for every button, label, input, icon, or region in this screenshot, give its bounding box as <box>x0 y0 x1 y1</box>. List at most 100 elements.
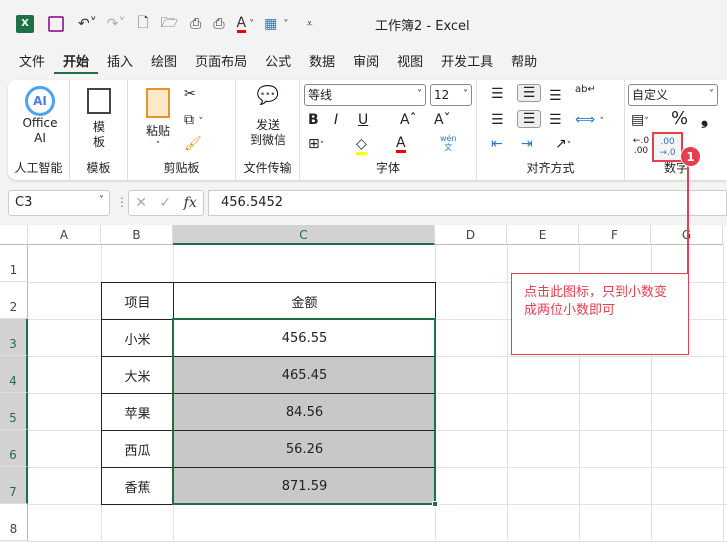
grow-font-button[interactable]: Aˆ <box>400 112 417 128</box>
office-ai-button[interactable]: AI Office AI <box>14 86 66 146</box>
merge-center-icon[interactable]: ⟺ ˅ <box>575 112 604 128</box>
column-header-A[interactable]: A <box>28 225 101 245</box>
font-size-select[interactable]: 12 ˅ <box>430 84 472 106</box>
copy-icon[interactable]: ⧉ ˅ <box>184 112 203 128</box>
table-icon[interactable]: ▦ <box>264 16 277 32</box>
align-middle-icon[interactable]: ☰ <box>517 84 541 102</box>
borders-icon[interactable]: ⊞˅ <box>308 136 324 152</box>
cancel-icon[interactable]: ✕ <box>135 195 147 211</box>
orientation-icon[interactable]: ↗˅ <box>555 136 571 152</box>
column-header-F[interactable]: F <box>579 225 651 245</box>
row-header-2[interactable]: 2 <box>0 282 28 319</box>
wechat-icon: 💬 <box>256 85 280 106</box>
table-header-item[interactable]: 项目 <box>101 282 174 320</box>
template-icon <box>87 88 111 114</box>
font-color-icon[interactable]: A <box>236 16 247 33</box>
increase-indent-icon[interactable]: ⇥ <box>521 136 533 152</box>
align-right-icon[interactable]: ☰ <box>549 112 562 128</box>
tab-page-layout[interactable]: 页面布局 <box>186 52 256 74</box>
cut-icon[interactable]: ✂ <box>184 86 196 102</box>
decrease-indent-icon[interactable]: ⇤ <box>491 136 503 152</box>
group-clipboard: 粘贴 ˅ ✂ ⧉ ˅ 🖌 剪贴板 <box>128 80 236 180</box>
tab-developer[interactable]: 开发工具 <box>432 52 502 74</box>
row-header-4[interactable]: 4 <box>0 356 28 393</box>
print-icon[interactable]: ⎙ <box>213 16 224 32</box>
callout-box: 点击此图标，只到小数变成两位小数即可 <box>511 273 689 355</box>
column-header-B[interactable]: B <box>101 225 173 245</box>
accounting-format-icon[interactable]: ▤˅ <box>631 112 649 128</box>
number-format-select[interactable]: 自定义 ˅ <box>628 84 718 106</box>
row-header-3[interactable]: 3 <box>0 319 28 356</box>
paste-button[interactable]: 粘贴 ˅ <box>140 88 176 154</box>
tab-draw[interactable]: 绘图 <box>142 52 186 74</box>
select-all-corner[interactable] <box>0 225 28 245</box>
tab-review[interactable]: 审阅 <box>344 52 388 74</box>
formula-bar: C3 ˅ ⋮ ✕ ✓ fx 456.5452 <box>0 190 727 217</box>
template-button[interactable]: 模板 <box>82 88 116 150</box>
shrink-font-button[interactable]: Aˇ <box>434 112 451 128</box>
new-file-icon[interactable]: 🗋 <box>137 12 148 36</box>
tab-formulas[interactable]: 公式 <box>256 52 300 74</box>
table-cell-item[interactable]: 小米 <box>101 319 174 357</box>
table-cell-item[interactable]: 香蕉 <box>101 467 174 505</box>
increase-decimal-button[interactable]: .00 →.0 <box>652 132 683 162</box>
comma-style-button[interactable]: ❟ <box>701 108 708 129</box>
group-ai: AI Office AI 人工智能 <box>8 80 70 180</box>
align-bottom-icon[interactable]: ☰ <box>549 88 562 104</box>
more-icon: ⋮ <box>116 195 128 209</box>
tab-view[interactable]: 视图 <box>388 52 432 74</box>
table-cell-item[interactable]: 大米 <box>101 356 174 394</box>
wrap-text-icon[interactable]: ab↵ <box>575 84 596 95</box>
column-header-D[interactable]: D <box>435 225 507 245</box>
fill-color-icon[interactable]: ◇ <box>356 136 367 155</box>
row-header-1[interactable]: 1 <box>0 245 28 282</box>
underline-button[interactable]: U <box>358 112 368 128</box>
group-file-transfer: 💬 发送 到微信 文件传输 <box>236 80 300 180</box>
tab-insert[interactable]: 插入 <box>98 52 142 74</box>
tab-help[interactable]: 帮助 <box>502 52 546 74</box>
insert-function-button[interactable]: fx <box>184 195 197 211</box>
column-header-C[interactable]: C <box>173 225 435 245</box>
font-name-select[interactable]: 等线 ˅ <box>304 84 426 106</box>
quick-access-toolbar: X ↶˅ ↷˅ 🗋 🗁 ⎙ ⎙ A ˅ ▦ ˅ ⩡ <box>16 12 313 36</box>
italic-button[interactable]: I <box>334 112 338 128</box>
align-left-icon[interactable]: ☰ <box>491 112 504 128</box>
bold-button[interactable]: B <box>308 112 319 128</box>
tab-data[interactable]: 数据 <box>300 52 344 74</box>
print-preview-icon[interactable]: ⎙ <box>190 16 201 32</box>
redo-icon[interactable]: ↷˅ <box>107 16 126 32</box>
group-alignment: ☰ ☰ ☰ ab↵ ☰ ☰ ☰ ⟺ ˅ ⇤ ⇥ ↗˅ 对齐方式 <box>477 80 625 180</box>
open-icon[interactable]: 🗁 <box>161 12 178 36</box>
table-cell-item[interactable]: 苹果 <box>101 393 174 431</box>
table-cell-item[interactable]: 西瓜 <box>101 430 174 468</box>
format-painter-icon[interactable]: 🖌 <box>184 136 202 152</box>
percent-button[interactable]: % <box>671 108 688 129</box>
selection-range <box>172 318 436 505</box>
undo-icon[interactable]: ↶˅ <box>78 16 97 32</box>
column-header-E[interactable]: E <box>507 225 579 245</box>
tab-home[interactable]: 开始 <box>54 52 99 74</box>
row-header-5[interactable]: 5 <box>0 393 28 430</box>
decrease-decimal-button[interactable]: ←.0 .00 <box>629 136 653 156</box>
align-top-icon[interactable]: ☰ <box>491 86 504 102</box>
font-color-button[interactable]: A <box>396 136 406 153</box>
align-center-icon[interactable]: ☰ <box>517 110 541 128</box>
row-header-7[interactable]: 7 <box>0 467 28 504</box>
fill-handle[interactable] <box>432 501 438 507</box>
send-wechat-button[interactable]: 💬 发送 到微信 <box>242 85 294 148</box>
name-box[interactable]: C3 ˅ <box>8 190 110 216</box>
phonetic-icon[interactable]: wén 文 <box>440 134 457 152</box>
tab-file[interactable]: 文件 <box>10 52 54 74</box>
customize-icon[interactable]: ⩡ <box>306 17 312 31</box>
save-icon[interactable] <box>48 16 64 32</box>
group-number: 自定义 ˅ ▤˅ % ❟ ←.0 .00 .00 →.0 数字 <box>625 80 727 180</box>
formula-input[interactable]: 456.5452 <box>208 190 727 216</box>
enter-icon[interactable]: ✓ <box>159 195 171 211</box>
group-font: 等线 ˅ 12 ˅ B I U Aˆ Aˇ ⊞˅ ◇ A wén 文 字体 <box>300 80 477 180</box>
ribbon: AI Office AI 人工智能 模板 模板 粘贴 ˅ ✂ ⧉ ˅ 🖌 剪贴板 💬… <box>8 80 727 180</box>
paste-icon <box>146 88 170 118</box>
window-title: 工作簿2 - Excel <box>375 19 470 34</box>
table-header-amount[interactable]: 金额 <box>173 282 436 320</box>
row-header-8[interactable]: 8 <box>0 504 28 541</box>
row-header-6[interactable]: 6 <box>0 430 28 467</box>
